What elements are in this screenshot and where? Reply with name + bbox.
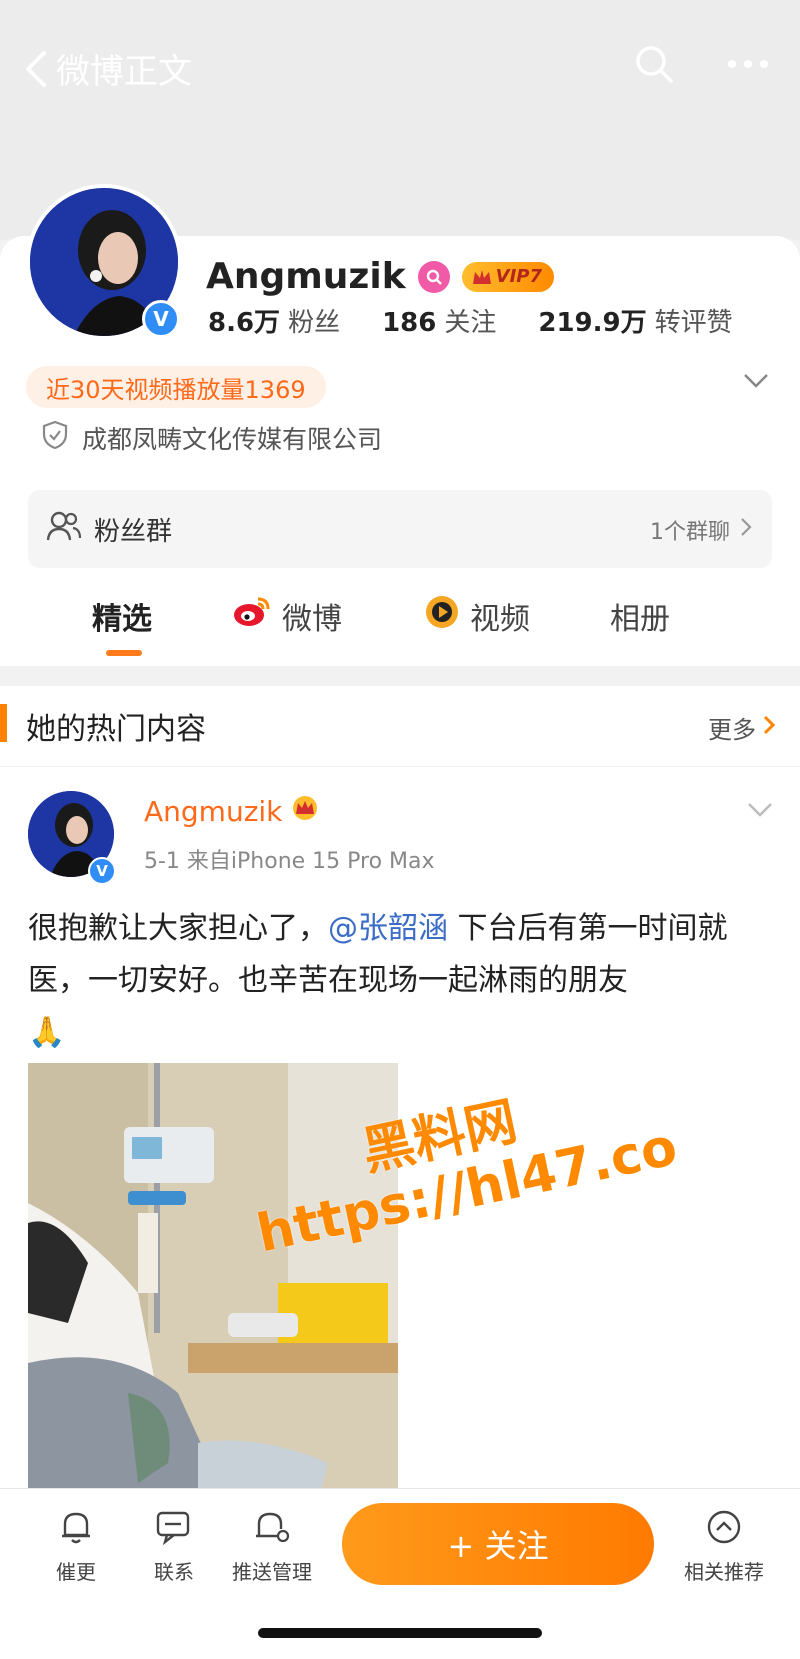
- home-indicator: [258, 1628, 542, 1638]
- stat-label: 转评赞: [654, 308, 733, 338]
- crown-icon: [290, 795, 320, 828]
- section-accent-bar: [0, 704, 7, 742]
- tab-label: 精选: [92, 602, 152, 637]
- bottom-item-label: 推送管理: [232, 1560, 312, 1584]
- tab-video[interactable]: 视频: [424, 594, 530, 638]
- related-recommend-button[interactable]: 相关推荐: [674, 1509, 774, 1585]
- profile-stats: 8.6万 粉丝 186 关注 219.9万 转评赞: [208, 302, 733, 339]
- back-label: 微博正文: [56, 52, 192, 92]
- follow-button[interactable]: + 关注: [342, 1503, 654, 1585]
- more-icon[interactable]: [726, 58, 770, 70]
- chat-icon: [155, 1509, 193, 1550]
- post-text-part: 很抱歉让大家担心了，: [28, 911, 328, 946]
- post-meta: 5-1 来自iPhone 15 Pro Max: [144, 849, 435, 874]
- tab-label: 相册: [610, 602, 670, 637]
- bell-icon: [59, 1509, 93, 1550]
- group-users-icon: [46, 510, 82, 549]
- verified-badge-icon: V: [88, 857, 116, 885]
- section-title: 她的热门内容: [26, 712, 206, 747]
- fans-group-count: 1个群聊: [650, 520, 730, 545]
- verified-badge-icon: V: [142, 300, 180, 338]
- chevron-right-icon: [762, 714, 776, 742]
- chevron-up-circle-icon: [706, 1509, 742, 1550]
- stat-following[interactable]: 186 关注: [382, 302, 496, 339]
- contact-button[interactable]: 联系: [124, 1509, 224, 1585]
- tab-album[interactable]: 相册: [610, 594, 670, 638]
- company-name: 成都凤畴文化传媒有限公司: [82, 425, 383, 454]
- bottom-item-label: 催更: [56, 1560, 96, 1584]
- hot-content-header: 她的热门内容 更多: [0, 686, 800, 766]
- active-tab-indicator: [106, 650, 142, 656]
- search-icon[interactable]: [634, 44, 674, 84]
- mention-link[interactable]: @张韶涵: [328, 911, 448, 946]
- more-link[interactable]: 更多: [708, 710, 776, 745]
- stat-label: 关注: [444, 308, 497, 338]
- remind-button[interactable]: 催更: [26, 1509, 126, 1585]
- tab-label: 视频: [470, 602, 530, 637]
- bottom-item-label: 联系: [154, 1560, 194, 1584]
- stat-value: 186: [382, 308, 437, 338]
- chevron-left-icon: [26, 50, 46, 87]
- search-badge-icon[interactable]: [417, 260, 450, 293]
- profile-tabs: 精选 微博 视频 相册: [0, 576, 800, 666]
- stat-fans[interactable]: 8.6万 粉丝: [208, 302, 340, 339]
- shield-icon: [42, 420, 68, 456]
- profile-card: V Angmuzik VIP7 8.6万 粉丝 186 关注 219.9万 转评赞 近…: [0, 184, 800, 666]
- fans-group-row[interactable]: 粉丝群 1个群聊: [28, 490, 772, 568]
- company-info: 成都凤畴文化传媒有限公司: [42, 420, 382, 456]
- push-settings-button[interactable]: 推送管理: [222, 1509, 322, 1585]
- post-author[interactable]: Angmuzik: [144, 795, 282, 828]
- fans-group-label: 粉丝群: [94, 517, 173, 547]
- play-count-tag[interactable]: 近30天视频播放量1369: [26, 366, 326, 408]
- post-image[interactable]: [28, 1063, 398, 1503]
- tab-label: 微博: [282, 602, 342, 637]
- post-text: 很抱歉让大家担心了，@张韶涵 下台后有第一时间就医，一切安好。也辛苦在现场一起淋…: [28, 903, 780, 1059]
- vip-label: VIP7: [495, 266, 542, 287]
- stat-label: 粉丝: [288, 308, 341, 338]
- tab-weibo[interactable]: 微博: [232, 594, 342, 638]
- vip-badge[interactable]: VIP7: [461, 261, 554, 292]
- profile-name: Angmuzik: [206, 256, 406, 297]
- video-icon: [424, 594, 460, 638]
- weibo-logo-icon: [232, 595, 272, 637]
- chevron-right-icon: [740, 517, 752, 543]
- stat-value: 8.6万: [208, 308, 281, 338]
- bottom-item-label: 相关推荐: [684, 1560, 764, 1584]
- tab-featured[interactable]: 精选: [92, 594, 152, 638]
- stat-interactions[interactable]: 219.9万 转评赞: [538, 302, 732, 339]
- more-label: 更多: [708, 716, 756, 744]
- bell-settings-icon: [253, 1509, 291, 1550]
- post-card[interactable]: V Angmuzik 5-1 来自iPhone 15 Pro Max 很抱歉让大…: [0, 766, 800, 1506]
- chevron-down-icon[interactable]: [742, 372, 770, 394]
- stat-value: 219.9万: [538, 308, 647, 338]
- pray-emoji: 🙏: [28, 1015, 66, 1050]
- back-button[interactable]: 微博正文: [22, 44, 192, 93]
- crown-icon: [472, 269, 491, 284]
- chevron-down-icon[interactable]: [746, 801, 774, 823]
